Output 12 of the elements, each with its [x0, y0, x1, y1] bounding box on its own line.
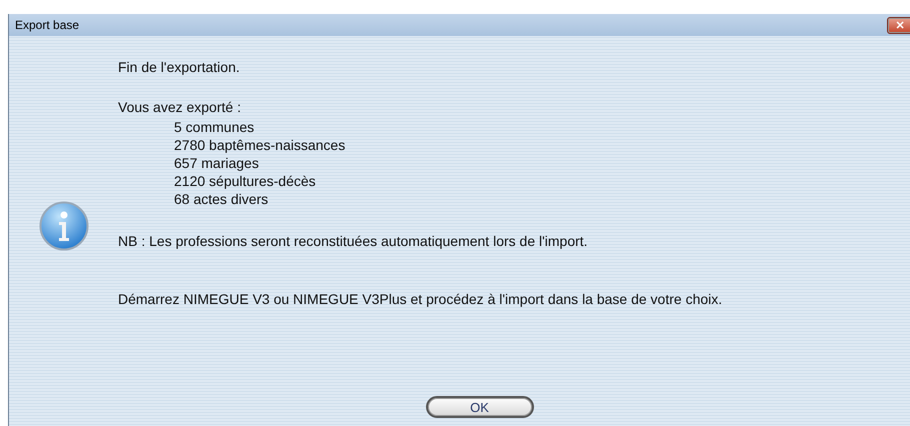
ok-button[interactable]: OK	[426, 396, 534, 418]
list-item: 2120 sépultures-décès	[174, 172, 317, 190]
message-text: Vous avez exporté :	[118, 98, 242, 116]
list-item: 5 communes	[174, 118, 256, 136]
list-item: 2780 baptêmes-naissances	[174, 136, 346, 154]
list-item: 657 mariages	[174, 154, 260, 172]
list-item: 68 actes divers	[174, 190, 270, 208]
window-title: Export base	[15, 18, 80, 32]
information-icon	[38, 201, 88, 251]
message-heading: Fin de l'exportation.	[118, 58, 241, 76]
note-text: NB : Les professions seront reconstituées automatiquement lors de l'import.	[118, 232, 589, 250]
instruction-text: Démarrez NIMEGUE V3 ou NIMEGUE V3Plus et procédez à l'import dans la base de votre choix.	[118, 290, 722, 308]
